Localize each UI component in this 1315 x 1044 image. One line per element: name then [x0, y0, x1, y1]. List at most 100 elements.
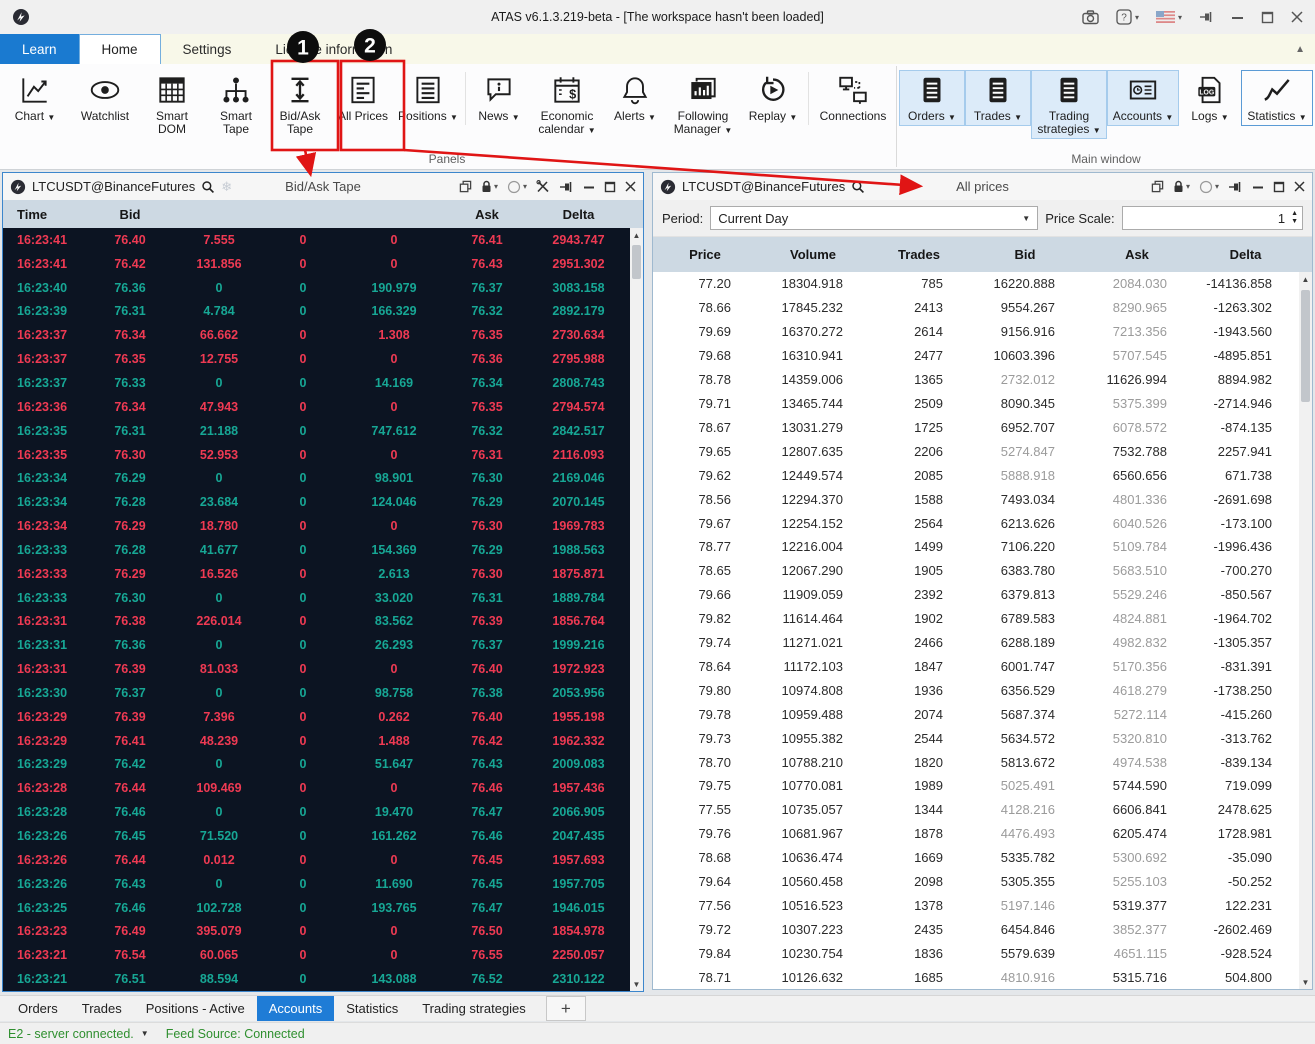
tape-vertical-scrollbar[interactable]: ▲ ▼: [630, 228, 643, 991]
column-header-price[interactable]: Price: [653, 247, 757, 262]
workspace-tab-statistics[interactable]: Statistics: [334, 996, 410, 1021]
tape-row: 16:23:36 76.34 47.943 0 0 76.35 2794.574: [17, 399, 605, 414]
chevron-down-icon: ▼: [1022, 213, 1031, 223]
instrument-label[interactable]: LTCUSDT@BinanceFutures: [682, 179, 845, 194]
replay-button[interactable]: Replay ▼: [741, 70, 805, 126]
column-header-ask[interactable]: Ask: [1081, 247, 1193, 262]
following-manager-button[interactable]: Following Manager ▼: [665, 70, 741, 139]
scroll-down-icon[interactable]: ▼: [630, 977, 643, 991]
menu-tab-learn[interactable]: Learn: [0, 34, 79, 64]
opacity-circle-icon[interactable]: ▾: [1199, 180, 1219, 194]
search-icon[interactable]: [201, 180, 215, 194]
connection-caret-icon[interactable]: ▼: [141, 1029, 149, 1038]
trading-strategies-button[interactable]: Trading strategies ▼: [1031, 70, 1107, 139]
add-tab-button[interactable]: +: [545, 996, 586, 1021]
search-icon[interactable]: [851, 180, 865, 194]
language-caret-icon: ▾: [1177, 12, 1182, 22]
connections-button[interactable]: Connections: [812, 70, 894, 126]
price-row: 79.84 10230.754 1836 5579.639 4651.115 -928.5…: [698, 945, 1272, 961]
spinner-arrows-icon[interactable]: ▲ ▼: [1291, 210, 1298, 226]
prices-body: 77.20 18304.918 785 16220.888 2084.030 -14136…: [653, 272, 1312, 989]
menu-tab-home[interactable]: Home: [78, 34, 161, 64]
workspace-tab-accounts[interactable]: Accounts: [256, 996, 335, 1021]
smart-tape-button[interactable]: Smart Tape: [204, 70, 268, 139]
price-row: 79.73 10955.382 2544 5634.572 5320.810 -313.7…: [698, 730, 1272, 746]
maximize-icon[interactable]: [604, 181, 616, 193]
menu-tab-license-information[interactable]: License information: [253, 34, 414, 64]
all-prices-button[interactable]: All Prices: [332, 70, 394, 126]
button-label: Economic calendar ▼: [538, 109, 596, 136]
opacity-circle-icon[interactable]: ▾: [507, 180, 527, 194]
bid-ask-tape-button[interactable]: Bid/Ask Tape: [268, 70, 332, 139]
workspace-tab-trades[interactable]: Trades: [70, 996, 134, 1021]
smart-dom-button[interactable]: Smart DOM: [140, 70, 204, 139]
trades-button[interactable]: Trades ▼: [965, 70, 1031, 126]
column-header-trades[interactable]: Trades: [869, 247, 969, 262]
scroll-thumb[interactable]: [632, 245, 641, 279]
camera-icon[interactable]: [1082, 9, 1099, 25]
close-icon[interactable]: [1294, 181, 1305, 192]
scroll-up-icon[interactable]: ▲: [1299, 272, 1312, 286]
column-header-ask[interactable]: Ask: [447, 207, 527, 222]
minimize-icon[interactable]: [1252, 181, 1264, 193]
menu-tab-settings[interactable]: Settings: [161, 34, 254, 64]
button-label: Following Manager ▼: [673, 109, 733, 136]
orders-button[interactable]: Orders ▼: [899, 70, 965, 126]
lock-icon[interactable]: ▾: [481, 180, 498, 193]
settings-tools-icon[interactable]: [536, 180, 550, 193]
period-select[interactable]: Current Day ▼: [710, 206, 1039, 230]
collapse-ribbon-icon[interactable]: ▲: [1295, 44, 1305, 55]
button-label: Trading strategies ▼: [1037, 109, 1101, 136]
help-icon[interactable]: ? ▾: [1116, 9, 1139, 25]
workspace-tab-trading-strategies[interactable]: Trading strategies: [410, 996, 538, 1021]
ribbon-group-main-window: Orders ▼ Trades ▼ Trading strategies ▼ Acco…: [899, 64, 1313, 169]
duplicate-icon[interactable]: [1151, 180, 1164, 193]
chart-button[interactable]: Chart ▼: [0, 70, 70, 126]
statistics-icon: [1264, 79, 1290, 101]
maximize-icon[interactable]: [1273, 181, 1285, 193]
column-header-time[interactable]: Time: [3, 207, 87, 222]
close-icon[interactable]: [625, 181, 636, 192]
statistics-button[interactable]: Statistics ▼: [1241, 70, 1313, 126]
workspace-tab-orders[interactable]: Orders: [6, 996, 70, 1021]
scroll-thumb[interactable]: [1301, 290, 1310, 402]
language-flag-icon[interactable]: ▾: [1155, 11, 1182, 23]
lock-icon[interactable]: ▾: [1173, 180, 1190, 193]
scroll-up-icon[interactable]: ▲: [630, 228, 643, 242]
price-row: 78.70 10788.210 1820 5813.672 4974.538 -839.1…: [698, 754, 1272, 770]
watchlist-button[interactable]: Watchlist: [70, 70, 140, 126]
price-row: 79.78 10959.488 2074 5687.374 5272.114 -415.2…: [698, 706, 1272, 722]
maximize-icon[interactable]: [1261, 11, 1274, 24]
pin-icon[interactable]: [1199, 11, 1214, 23]
svg-text:?: ?: [1121, 13, 1127, 24]
column-header-volume[interactable]: Volume: [757, 247, 869, 262]
minimize-icon[interactable]: [1231, 11, 1244, 23]
pin-icon[interactable]: [559, 181, 574, 193]
snowflake-icon[interactable]: ❄: [221, 179, 232, 195]
news-button[interactable]: News ▼: [469, 70, 529, 126]
instrument-label[interactable]: LTCUSDT@BinanceFutures: [32, 179, 195, 194]
economic-calendar-button[interactable]: $ Economic calendar ▼: [529, 70, 605, 139]
alerts-button[interactable]: Alerts ▼: [605, 70, 665, 126]
close-icon[interactable]: [1291, 11, 1303, 23]
price-scale-input[interactable]: 1 ▲ ▼: [1121, 206, 1303, 230]
prices-vertical-scrollbar[interactable]: ▲ ▼: [1299, 272, 1312, 989]
accounts-button[interactable]: Accounts ▼: [1107, 70, 1179, 126]
column-header-delta[interactable]: Delta: [527, 207, 630, 222]
column-header-bid[interactable]: Bid: [969, 247, 1081, 262]
logs-button[interactable]: LOG Logs ▼: [1179, 70, 1241, 126]
workspace-tab-positions-active[interactable]: Positions - Active: [134, 996, 257, 1021]
tape-row: 16:23:30 76.37 0 0 98.758 76.38 2053.956: [17, 685, 605, 700]
trades-icon: [989, 77, 1007, 103]
scroll-down-icon[interactable]: ▼: [1299, 975, 1312, 989]
ribbon-group-label: Main window: [1071, 152, 1141, 166]
column-header-delta[interactable]: Delta: [1193, 247, 1298, 262]
column-header-bid[interactable]: Bid: [87, 207, 173, 222]
duplicate-icon[interactable]: [459, 180, 472, 193]
feed-status: Feed Source: Connected: [165, 1026, 305, 1041]
pin-icon[interactable]: [1228, 181, 1243, 193]
minimize-icon[interactable]: [583, 181, 595, 193]
positions-button[interactable]: Positions ▼: [394, 70, 462, 126]
bid-ask-tape-icon: [291, 77, 309, 103]
positions-icon: [416, 76, 440, 104]
